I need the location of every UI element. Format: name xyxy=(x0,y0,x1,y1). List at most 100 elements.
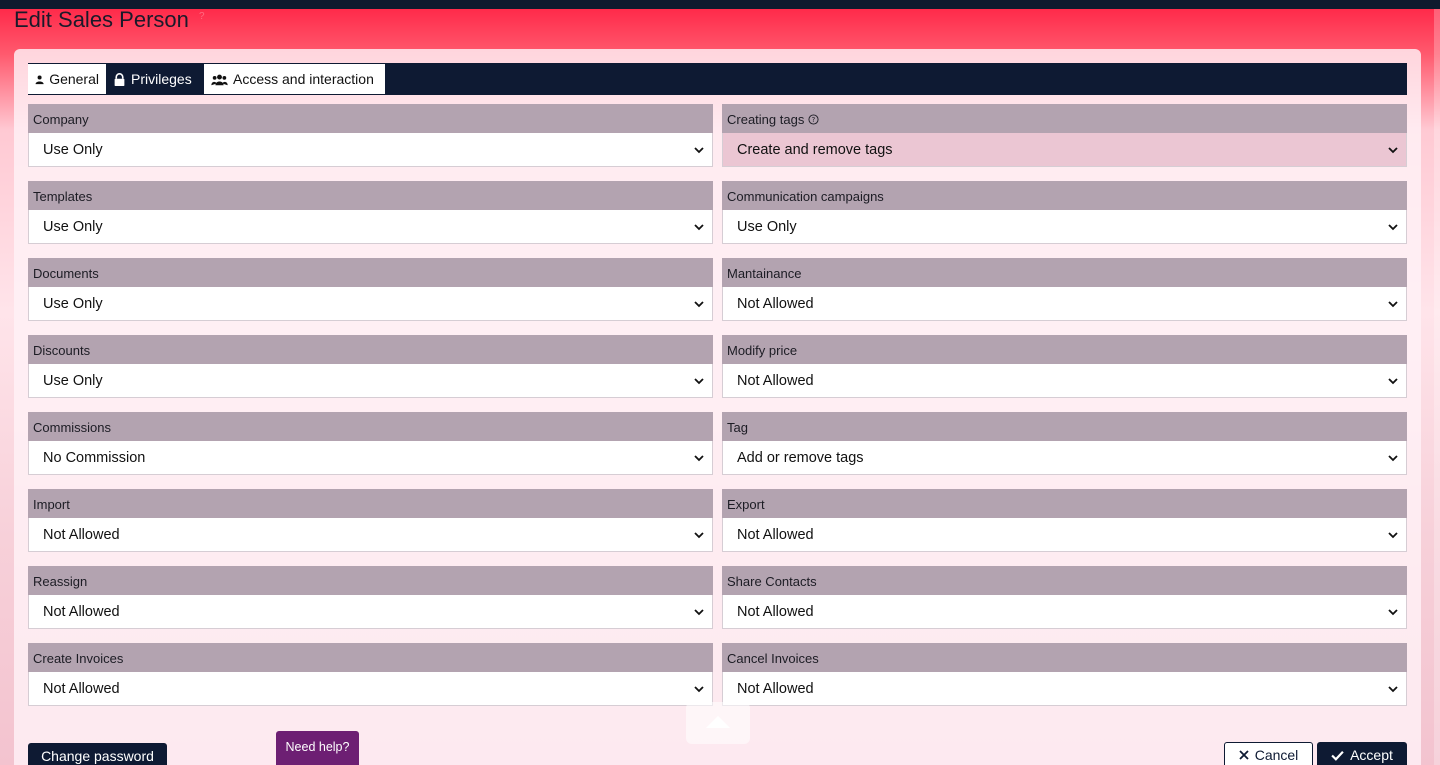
field-label: Discounts xyxy=(28,335,713,364)
discounts-select[interactable]: Use Only xyxy=(28,364,713,398)
field-label: Templates xyxy=(28,181,713,210)
accept-label: Accept xyxy=(1350,747,1393,763)
documents-select[interactable]: Use Only xyxy=(28,287,713,321)
cancel-label: Cancel xyxy=(1254,747,1299,763)
field-label: Export xyxy=(722,489,1407,518)
company-field: Company Use Only xyxy=(28,104,713,167)
field-label: Mantainance xyxy=(722,258,1407,287)
tab-privileges[interactable]: Privileges xyxy=(106,64,204,94)
creating-tags-select[interactable]: Create and remove tags xyxy=(722,133,1407,167)
chevron-down-icon xyxy=(1388,454,1398,461)
export-select[interactable]: Not Allowed xyxy=(722,518,1407,552)
page-title: Edit Sales Person xyxy=(14,7,189,32)
chevron-down-icon xyxy=(694,685,704,692)
modify-price-select[interactable]: Not Allowed xyxy=(722,364,1407,398)
select-value: No Commission xyxy=(43,449,146,466)
select-value: Not Allowed xyxy=(43,526,120,543)
svg-text:?: ? xyxy=(812,116,816,124)
mantainance-field: Mantainance Not Allowed xyxy=(722,258,1407,321)
tab-label: Access and interaction xyxy=(233,71,374,87)
users-icon xyxy=(211,74,228,85)
close-icon xyxy=(1239,750,1249,760)
cancel-button[interactable]: Cancel xyxy=(1224,742,1313,765)
cancel-invoices-select[interactable]: Not Allowed xyxy=(722,672,1407,706)
share-contacts-field: Share Contacts Not Allowed xyxy=(722,566,1407,629)
select-value: Use Only xyxy=(43,218,103,235)
field-label: Share Contacts xyxy=(722,566,1407,595)
tab-label: Privileges xyxy=(131,71,192,87)
chevron-down-icon xyxy=(694,454,704,461)
need-help-button[interactable]: Need help? xyxy=(276,731,359,765)
reassign-select[interactable]: Not Allowed xyxy=(28,595,713,629)
chevron-down-icon xyxy=(1388,531,1398,538)
import-field: Import Not Allowed xyxy=(28,489,713,552)
tag-field: Tag Add or remove tags xyxy=(722,412,1407,475)
select-value: Not Allowed xyxy=(43,680,120,697)
select-value: Use Only xyxy=(43,372,103,389)
select-value: Not Allowed xyxy=(737,603,814,620)
select-value: Use Only xyxy=(43,295,103,312)
scrollbar[interactable] xyxy=(1434,9,1440,765)
commissions-field: Commissions No Commission xyxy=(28,412,713,475)
field-label: Creating tags xyxy=(727,112,805,127)
field-label: Reassign xyxy=(28,566,713,595)
commissions-select[interactable]: No Commission xyxy=(28,441,713,475)
communication-campaigns-field: Communication campaigns Use Only xyxy=(722,181,1407,244)
chevron-down-icon xyxy=(1388,300,1398,307)
mantainance-select[interactable]: Not Allowed xyxy=(722,287,1407,321)
create-invoices-field: Create Invoices Not Allowed xyxy=(28,643,713,706)
accept-button[interactable]: Accept xyxy=(1317,742,1407,765)
lock-icon xyxy=(114,72,125,86)
select-value: Not Allowed xyxy=(737,526,814,543)
tab-general[interactable]: General xyxy=(28,64,106,94)
field-label: Tag xyxy=(722,412,1407,441)
field-label-row: Creating tags ? xyxy=(722,104,1407,133)
chevron-down-icon xyxy=(694,377,704,384)
share-contacts-select[interactable]: Not Allowed xyxy=(722,595,1407,629)
import-select[interactable]: Not Allowed xyxy=(28,518,713,552)
export-field: Export Not Allowed xyxy=(722,489,1407,552)
templates-field: Templates Use Only xyxy=(28,181,713,244)
chevron-down-icon xyxy=(694,300,704,307)
cancel-invoices-field: Cancel Invoices Not Allowed xyxy=(722,643,1407,706)
create-invoices-select[interactable]: Not Allowed xyxy=(28,672,713,706)
select-value: Not Allowed xyxy=(43,603,120,620)
chevron-down-icon xyxy=(1388,608,1398,615)
creating-tags-field: Creating tags ? Create and remove tags xyxy=(722,104,1407,167)
help-circle-icon[interactable]: ? xyxy=(808,114,819,125)
chevron-down-icon xyxy=(694,608,704,615)
documents-field: Documents Use Only xyxy=(28,258,713,321)
field-label: Cancel Invoices xyxy=(722,643,1407,672)
reassign-field: Reassign Not Allowed xyxy=(28,566,713,629)
field-label: Documents xyxy=(28,258,713,287)
field-label: Modify price xyxy=(722,335,1407,364)
tab-label: General xyxy=(49,71,99,87)
help-circle-icon[interactable]: ? xyxy=(199,11,205,22)
field-label: Import xyxy=(28,489,713,518)
tag-select[interactable]: Add or remove tags xyxy=(722,441,1407,475)
chevron-down-icon xyxy=(1388,377,1398,384)
scroll-up-icon[interactable] xyxy=(686,702,750,744)
select-value: Not Allowed xyxy=(737,680,814,697)
chevron-down-icon xyxy=(694,223,704,230)
select-value: Create and remove tags xyxy=(737,141,893,158)
user-icon xyxy=(35,74,44,84)
field-label: Company xyxy=(28,104,713,133)
select-value: Not Allowed xyxy=(737,295,814,312)
company-select[interactable]: Use Only xyxy=(28,133,713,167)
chevron-down-icon xyxy=(694,531,704,538)
check-icon xyxy=(1331,750,1344,761)
communication-campaigns-select[interactable]: Use Only xyxy=(722,210,1407,244)
chevron-down-icon xyxy=(1388,223,1398,230)
select-value: Use Only xyxy=(43,141,103,158)
field-label: Create Invoices xyxy=(28,643,713,672)
discounts-field: Discounts Use Only xyxy=(28,335,713,398)
chevron-down-icon xyxy=(1388,685,1398,692)
chevron-down-icon xyxy=(1388,146,1398,153)
templates-select[interactable]: Use Only xyxy=(28,210,713,244)
tab-access-and-interaction[interactable]: Access and interaction xyxy=(204,64,385,94)
top-bar xyxy=(0,0,1440,9)
field-label: Communication campaigns xyxy=(722,181,1407,210)
change-password-button[interactable]: Change password xyxy=(28,743,167,765)
chevron-down-icon xyxy=(694,146,704,153)
